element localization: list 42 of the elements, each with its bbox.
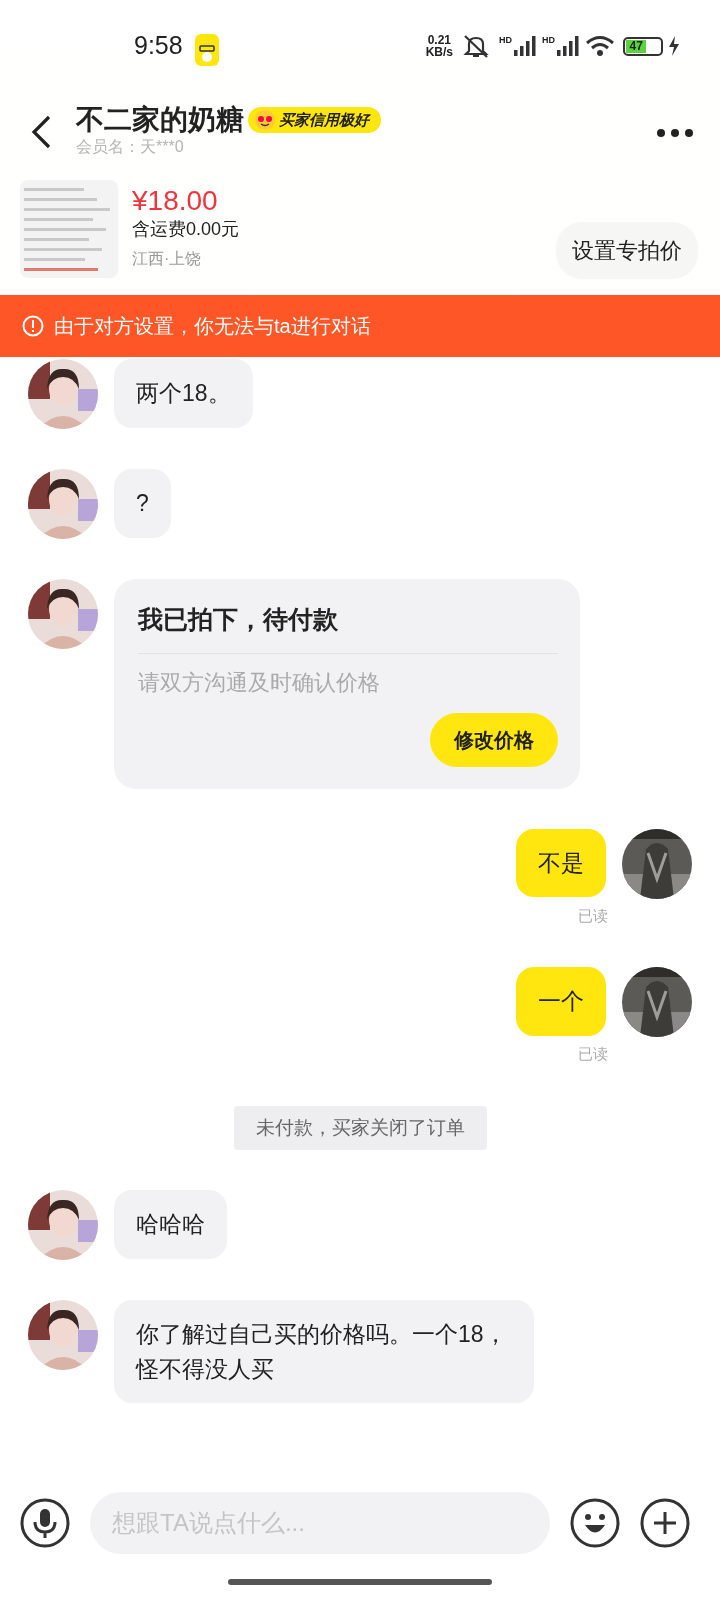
- clock-time: 9:58: [134, 30, 183, 62]
- network-speed-value: 0.21: [427, 34, 451, 46]
- message-bubble: 一个: [516, 967, 606, 1036]
- member-name: 会员名：天***0: [76, 137, 185, 158]
- read-status: 已读: [578, 1044, 608, 1064]
- warning-icon: [22, 315, 44, 337]
- signal-icon: [514, 36, 536, 56]
- message-bubble: ?: [114, 469, 171, 538]
- credit-badge: 买家信用极好: [248, 106, 381, 134]
- battery-level: 47: [626, 39, 647, 53]
- shipping-fee: 含运费0.00元: [132, 218, 241, 242]
- system-notice: 未付款，买家关闭了订单: [233, 1105, 487, 1150]
- network-speed-unit: KB/s: [425, 46, 453, 58]
- order-subtitle: 请双方沟通及时确认价格: [138, 668, 381, 697]
- message-bubble: 你了解过自己买的价格吗。一个18，怪不得没人买: [114, 1300, 534, 1403]
- signal-label: HD: [499, 36, 512, 45]
- back-button[interactable]: [30, 114, 52, 150]
- modify-price-button[interactable]: 修改价格: [430, 712, 558, 767]
- location: 江西·上饶: [132, 249, 203, 270]
- charging-icon: [668, 36, 680, 56]
- more-icon: [656, 127, 694, 138]
- signal-icon: [557, 36, 579, 56]
- smiley-icon: [570, 1498, 620, 1548]
- plus-icon: [640, 1498, 690, 1548]
- mute-icon: [461, 33, 491, 59]
- message-bubble: 两个18。: [114, 359, 253, 428]
- message-bubble: 不是: [516, 828, 606, 897]
- set-price-button[interactable]: 设置专拍价: [556, 222, 698, 279]
- notice-text: 由于对方设置，你无法与ta进行对话: [54, 314, 371, 339]
- microphone-icon: [20, 1498, 70, 1548]
- add-button[interactable]: [640, 1498, 690, 1548]
- message-bubble: 哈哈哈: [114, 1190, 227, 1259]
- read-status: 已读: [578, 905, 608, 926]
- signal-label: HD: [542, 36, 555, 45]
- back-icon: [30, 114, 52, 150]
- wifi-icon: [585, 35, 615, 57]
- emoji-button[interactable]: [570, 1498, 620, 1548]
- chat-title: 不二家的奶糖: [76, 104, 244, 136]
- product-price: ¥18.00: [132, 185, 219, 217]
- emoji-icon: [254, 109, 276, 131]
- voice-button[interactable]: [20, 1498, 70, 1548]
- order-title: 我已拍下，待付款: [138, 601, 558, 654]
